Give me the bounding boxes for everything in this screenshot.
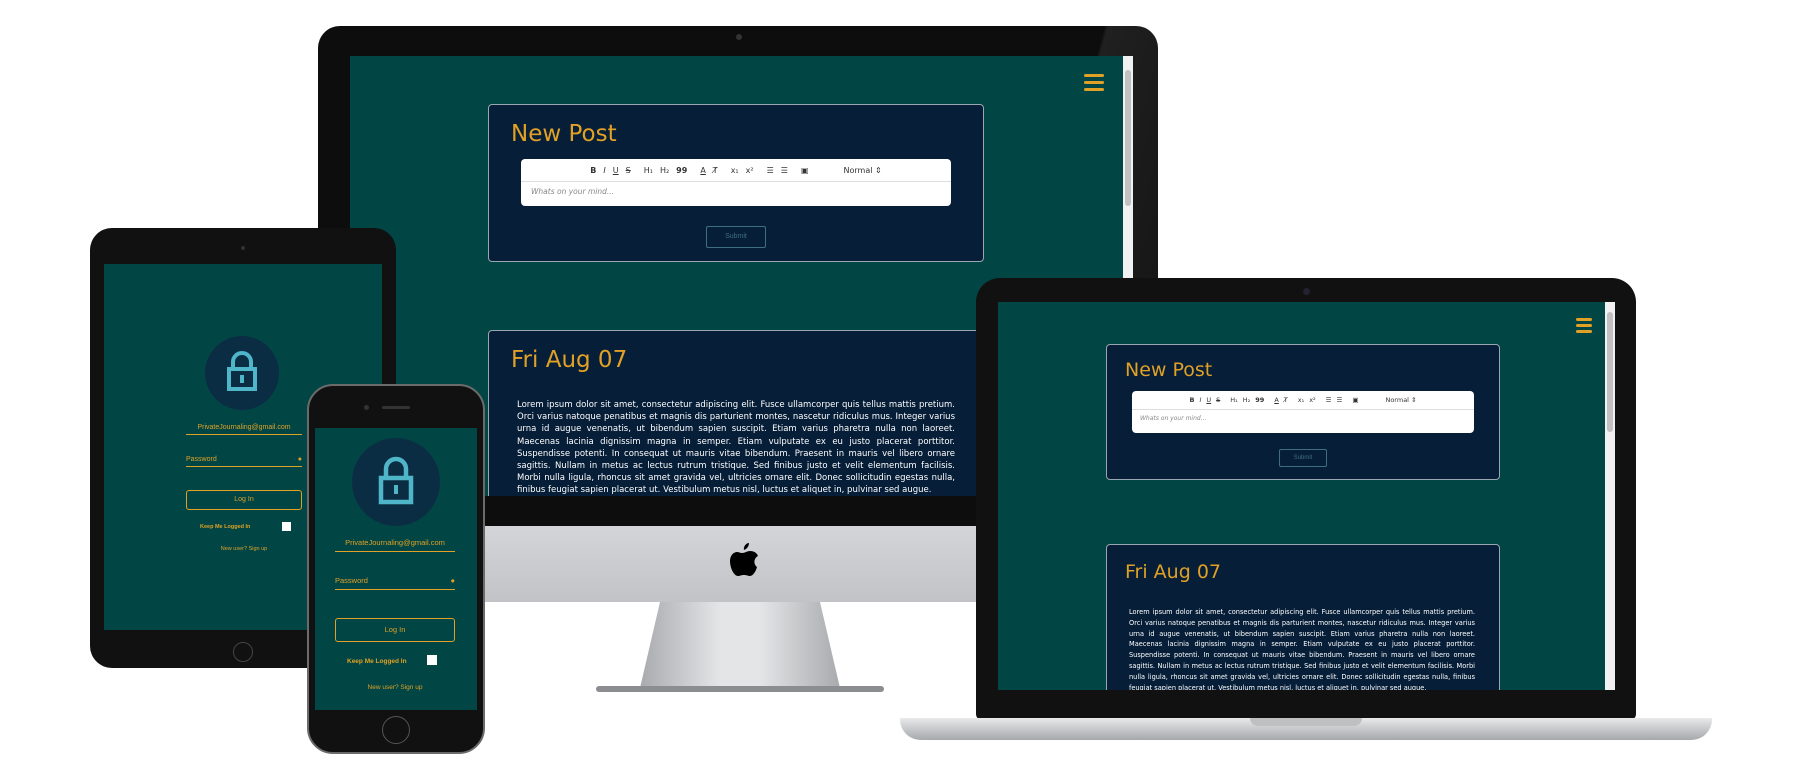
phone-speaker (382, 406, 410, 409)
laptop-notch (1250, 718, 1362, 726)
tablet-camera (241, 246, 245, 250)
superscript-button[interactable]: x² (746, 166, 754, 175)
new-post-panel: New Post B I U S H₁ H₂ 99 A T̸ x₁ x² ☰ ☰… (1106, 344, 1500, 480)
post-body: Lorem ipsum dolor sit amet, consectetur … (1129, 608, 1475, 690)
lock-avatar (352, 438, 440, 526)
h2-button[interactable]: H₂ (660, 166, 669, 175)
laptop-screen: New Post B I U S H₁ H₂ 99 A T̸ x₁ x² ☰ ☰… (998, 302, 1615, 690)
strike-button[interactable]: S (1216, 396, 1220, 404)
lock-avatar (205, 336, 279, 410)
bold-button[interactable]: B (590, 166, 596, 175)
keep-logged-in-label: Keep Me Logged In (347, 658, 407, 665)
password-placeholder: Password (335, 576, 368, 585)
underline-button[interactable]: U (1206, 396, 1211, 404)
video-button[interactable]: ▣ (801, 166, 809, 175)
signup-link[interactable]: New user? Sign up (186, 546, 302, 552)
editor-toolbar: B I U S H₁ H₂ 99 A T̸ x₁ x² ☰ ☰ ▣ Normal… (521, 159, 951, 182)
password-field[interactable]: Password ● (335, 576, 455, 590)
phone-home-button[interactable] (382, 716, 410, 744)
clean-format-button[interactable]: T̸ (1284, 396, 1288, 404)
apple-logo-icon (730, 543, 758, 576)
login-button[interactable]: Log In (335, 618, 455, 642)
post-panel: Fri Aug 07 Lorem ipsum dolor sit amet, c… (488, 330, 984, 496)
subscript-button[interactable]: x₁ (1298, 396, 1304, 404)
post-body: Lorem ipsum dolor sit amet, consectetur … (517, 400, 955, 496)
laptop-scrollbar-thumb[interactable] (1607, 312, 1613, 432)
keep-logged-in-checkbox[interactable] (282, 522, 291, 531)
h1-button[interactable]: H₁ (1230, 396, 1238, 404)
imac-scrollbar-thumb[interactable] (1125, 70, 1131, 206)
new-post-title: New Post (1125, 359, 1213, 381)
email-field[interactable]: PrivateJournaling@gmail.com (186, 424, 302, 435)
post-editor: B I U S H₁ H₂ 99 A T̸ x₁ x² ☰ ☰ ▣ Normal… (521, 159, 951, 206)
keep-logged-in-checkbox[interactable] (427, 655, 437, 665)
video-button[interactable]: ▣ (1352, 396, 1358, 404)
keep-logged-in-label: Keep Me Logged In (200, 524, 251, 530)
eye-icon[interactable]: ● (298, 456, 302, 463)
strike-button[interactable]: S (626, 166, 631, 175)
bold-button[interactable]: B (1189, 396, 1194, 404)
menu-icon[interactable] (1084, 74, 1104, 91)
h1-button[interactable]: H₁ (644, 166, 653, 175)
bullet-list-button[interactable]: ☰ (1336, 396, 1342, 404)
submit-button[interactable]: Submit (706, 226, 766, 248)
text-color-button[interactable]: A (700, 166, 705, 175)
imac-stand (640, 602, 840, 688)
laptop-camera (1303, 288, 1310, 295)
email-field[interactable]: PrivateJournaling@gmail.com (335, 538, 455, 552)
tablet-home-button[interactable] (233, 642, 253, 662)
eye-icon[interactable]: ● (450, 576, 455, 585)
post-editor: B I U S H₁ H₂ 99 A T̸ x₁ x² ☰ ☰ ▣ Normal… (1132, 391, 1474, 433)
italic-button[interactable]: I (1199, 396, 1201, 404)
italic-button[interactable]: I (603, 166, 605, 175)
ordered-list-button[interactable]: ☰ (1326, 396, 1332, 404)
menu-icon[interactable] (1576, 318, 1592, 333)
editor-placeholder[interactable]: Whats on your mind... (521, 182, 951, 201)
text-color-button[interactable]: A (1274, 396, 1278, 404)
phone-camera (364, 405, 369, 410)
lock-icon (227, 351, 257, 391)
password-field[interactable]: Password ● (186, 456, 302, 467)
login-button[interactable]: Log In (186, 490, 302, 510)
imac-lower-bezel (485, 496, 985, 526)
quote-button[interactable]: 99 (676, 166, 687, 175)
submit-button[interactable]: Submit (1279, 449, 1327, 467)
imac-camera (736, 34, 742, 40)
size-select[interactable]: Normal ⇕ (1385, 396, 1416, 404)
bullet-list-button[interactable]: ☰ (781, 166, 788, 175)
size-select[interactable]: Normal ⇕ (844, 166, 882, 175)
post-date: Fri Aug 07 (1125, 561, 1221, 583)
editor-toolbar: B I U S H₁ H₂ 99 A T̸ x₁ x² ☰ ☰ ▣ Normal… (1132, 391, 1474, 410)
lock-icon (378, 456, 414, 505)
phone-screen: PrivateJournaling@gmail.com Password ● L… (315, 428, 477, 710)
post-panel: Fri Aug 07 Lorem ipsum dolor sit amet, c… (1106, 544, 1500, 690)
signup-link[interactable]: New user? Sign up (335, 684, 455, 691)
clean-format-button[interactable]: T̸ (713, 166, 718, 175)
h2-button[interactable]: H₂ (1243, 396, 1251, 404)
new-post-panel: New Post B I U S H₁ H₂ 99 A T̸ x₁ x² ☰ ☰… (488, 104, 984, 262)
subscript-button[interactable]: x₁ (731, 166, 739, 175)
password-placeholder: Password (186, 456, 217, 463)
superscript-button[interactable]: x² (1309, 396, 1315, 404)
quote-button[interactable]: 99 (1255, 396, 1264, 404)
post-date: Fri Aug 07 (511, 347, 628, 373)
editor-placeholder[interactable]: Whats on your mind... (1132, 410, 1474, 427)
new-post-title: New Post (511, 121, 617, 147)
underline-button[interactable]: U (613, 166, 619, 175)
ordered-list-button[interactable]: ☰ (767, 166, 774, 175)
imac-foot (596, 686, 884, 692)
